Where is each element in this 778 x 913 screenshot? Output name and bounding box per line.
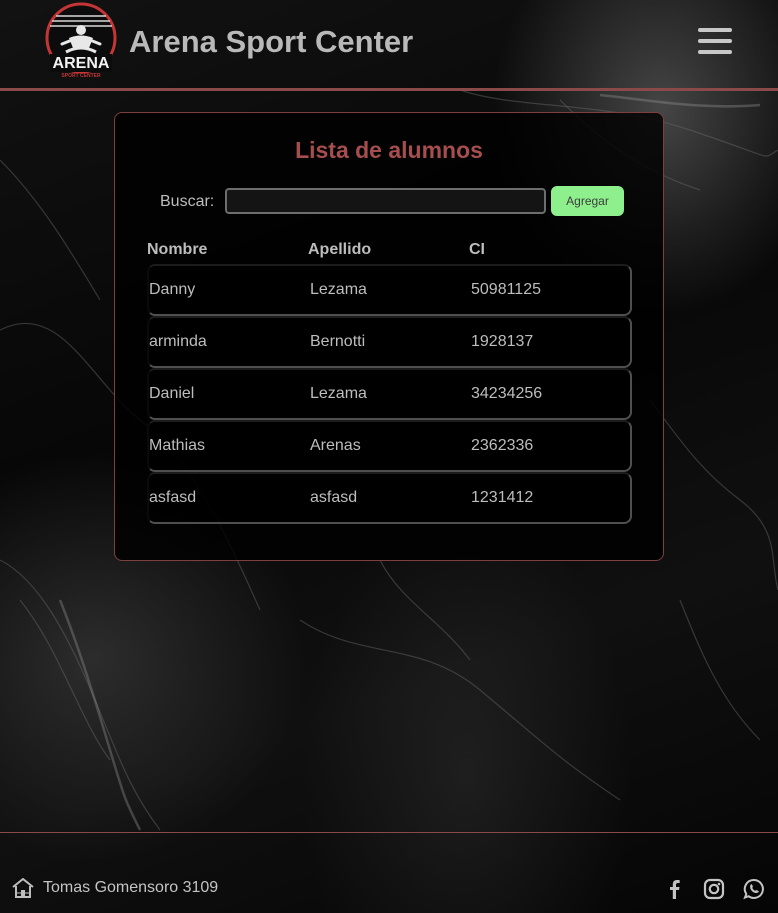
cell-apellido: Lezama <box>310 281 367 298</box>
cell-ci: 1928137 <box>471 333 534 350</box>
column-header-nombre: Nombre <box>147 241 208 258</box>
table-row[interactable]: Danny Lezama 50981125 <box>147 264 632 316</box>
cell-nombre: Danny <box>149 281 196 298</box>
site-title: Arena Sport Center <box>129 24 414 59</box>
logo-text: ARENA <box>53 55 110 72</box>
hamburger-menu-icon <box>698 28 732 32</box>
cell-apellido: asfasd <box>310 489 358 506</box>
hamburger-menu-button[interactable] <box>695 26 735 56</box>
table-row[interactable]: Daniel Lezama 34234256 <box>147 368 632 420</box>
site-header: ARENA SPORT CENTER Arena Sport Center <box>0 0 778 91</box>
search-label: Buscar: <box>160 193 215 210</box>
page-title: Lista de alumnos <box>295 137 483 163</box>
cell-ci: 1231412 <box>471 489 534 506</box>
cell-ci: 34234256 <box>471 385 543 402</box>
home-icon <box>12 878 34 898</box>
cell-nombre: Daniel <box>149 385 195 402</box>
student-table-body: Danny Lezama 50981125 arminda Bernotti 1… <box>147 264 632 524</box>
whatsapp-icon[interactable] <box>743 878 765 900</box>
cell-ci: 50981125 <box>471 281 541 298</box>
hamburger-menu-icon <box>698 50 732 54</box>
table-row[interactable]: asfasd asfasd 1231412 <box>147 472 632 524</box>
cell-apellido: Lezama <box>310 385 367 402</box>
cell-ci: 2362336 <box>471 437 534 454</box>
address-text: Tomas Gomensoro 3109 <box>43 879 219 896</box>
instagram-icon[interactable] <box>703 878 725 900</box>
student-list-panel: Lista de alumnos Buscar: Agregar Nombre … <box>114 112 664 561</box>
cell-apellido: Bernotti <box>310 333 366 350</box>
search-input[interactable] <box>225 188 546 214</box>
column-header-ci: CI <box>469 241 485 258</box>
cell-nombre: arminda <box>149 333 207 350</box>
table-row[interactable]: arminda Bernotti 1928137 <box>147 316 632 368</box>
column-header-apellido: Apellido <box>308 241 372 258</box>
cell-apellido: Arenas <box>310 437 361 454</box>
arena-logo[interactable]: ARENA SPORT CENTER <box>44 0 118 82</box>
cell-nombre: Mathias <box>149 437 206 454</box>
cell-nombre: asfasd <box>149 489 197 506</box>
table-header: Nombre Apellido CI <box>147 241 632 265</box>
add-student-button[interactable]: Agregar <box>551 186 624 216</box>
table-row[interactable]: Mathias Arenas 2362336 <box>147 420 632 472</box>
hamburger-menu-icon <box>698 39 732 43</box>
facebook-icon[interactable] <box>663 878 685 900</box>
site-footer: Tomas Gomensoro 3109 <box>0 832 778 913</box>
logo-subtext: SPORT CENTER <box>61 73 101 79</box>
